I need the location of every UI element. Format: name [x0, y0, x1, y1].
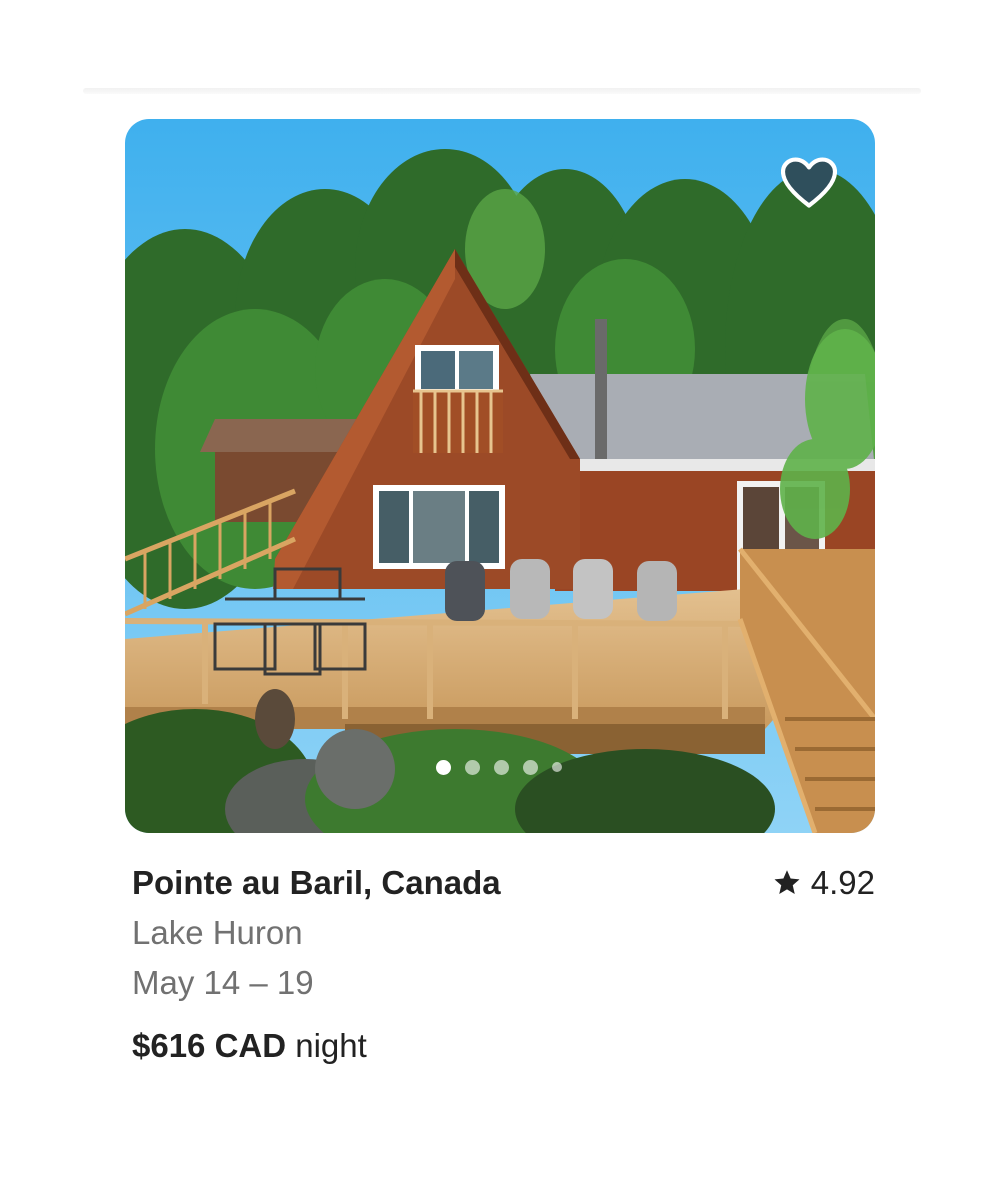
listing-card[interactable]: Pointe au Baril, Canada 4.92 Lake Huron … [125, 119, 875, 1066]
top-divider [83, 88, 921, 94]
listing-info: Pointe au Baril, Canada 4.92 Lake Huron … [125, 863, 875, 1066]
carousel-dot[interactable] [552, 762, 562, 772]
price-amount: $616 CAD [132, 1027, 287, 1064]
star-icon [774, 870, 800, 894]
heart-icon[interactable] [781, 157, 837, 209]
listing-photo[interactable] [125, 119, 875, 833]
listing-rating: 4.92 [772, 863, 875, 903]
cabin-photo-image [125, 119, 875, 833]
listing-price: $616 CAD night [132, 1026, 875, 1066]
price-unit: night [295, 1027, 367, 1064]
carousel-dot[interactable] [494, 760, 509, 775]
listing-subtitle: Lake Huron [132, 914, 303, 951]
rating-value: 4.92 [810, 864, 875, 901]
listing-dates: May 14 – 19 [132, 964, 314, 1001]
carousel-dot[interactable] [436, 760, 451, 775]
carousel-dot[interactable] [523, 760, 538, 775]
listing-location: Pointe au Baril, Canada [132, 864, 501, 901]
carousel-dots [436, 760, 562, 775]
carousel-dot[interactable] [465, 760, 480, 775]
